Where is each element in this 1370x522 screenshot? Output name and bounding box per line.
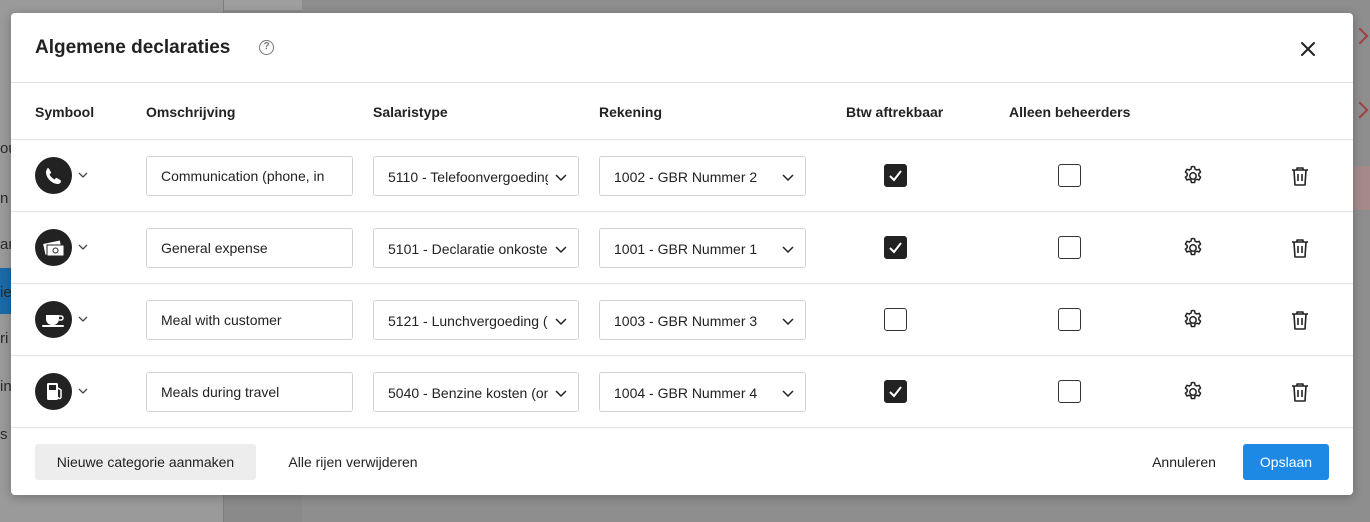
column-header-symbool: Symbool: [35, 104, 95, 120]
chevron-down-icon: [555, 174, 567, 182]
btw-deductible-checkbox[interactable]: [884, 164, 907, 187]
account-value: 1004 - GBR Nummer 4: [614, 385, 758, 401]
close-icon[interactable]: [1297, 38, 1319, 60]
trash-icon[interactable]: [1288, 236, 1312, 260]
column-header-rekening: Rekening: [599, 104, 663, 120]
account-select[interactable]: 1004 - GBR Nummer 4: [599, 372, 806, 412]
description-input[interactable]: [146, 156, 353, 196]
description-input[interactable]: [146, 300, 353, 340]
symbol-button[interactable]: [35, 229, 72, 266]
account-select[interactable]: 1001 - GBR Nummer 1: [599, 228, 806, 268]
admins-only-checkbox[interactable]: [1058, 164, 1081, 187]
table-row: 5110 - Telefoonvergoeding 1002 - GBR Num…: [11, 140, 1353, 212]
trash-icon[interactable]: [1288, 164, 1312, 188]
background-chevron-icon: [1351, 27, 1369, 45]
btw-deductible-checkbox[interactable]: [884, 308, 907, 331]
salary-type-value: 5101 - Declaratie onkosten: [388, 241, 556, 257]
background-sidebar-item: n: [0, 190, 9, 207]
modal-title: Algemene declaraties: [35, 37, 231, 58]
salary-type-value: 5040 - Benzine kosten (on: [388, 385, 552, 401]
table-header: Symbool Omschrijving Salaristype Rekenin…: [11, 83, 1353, 140]
background-sidebar-item: ri: [0, 330, 9, 347]
account-select[interactable]: 1002 - GBR Nummer 2: [599, 156, 806, 196]
admins-only-checkbox[interactable]: [1058, 380, 1081, 403]
salary-type-select[interactable]: 5101 - Declaratie onkosten: [373, 228, 579, 268]
check-icon: [889, 242, 902, 254]
check-icon: [889, 386, 902, 398]
account-value: 1002 - GBR Nummer 2: [614, 169, 758, 185]
modal-footer: Nieuwe categorie aanmaken Alle rijen ver…: [11, 429, 1353, 495]
chevron-down-icon: [555, 390, 567, 398]
chevron-down-icon: [782, 318, 794, 326]
trash-icon[interactable]: [1288, 380, 1312, 404]
new-category-button[interactable]: Nieuwe categorie aanmaken: [35, 444, 256, 480]
help-circle-icon[interactable]: ?: [259, 40, 274, 55]
save-button[interactable]: Opslaan: [1243, 444, 1329, 480]
column-header-btw: Btw aftrekbaar: [846, 104, 944, 120]
column-header-beheerders: Alleen beheerders: [1009, 104, 1131, 120]
gear-icon[interactable]: [1181, 380, 1205, 404]
background-sidebar-item: in: [0, 378, 12, 395]
symbol-button[interactable]: [35, 373, 72, 410]
chevron-down-icon: [555, 246, 567, 254]
gear-icon[interactable]: [1181, 236, 1205, 260]
account-select[interactable]: 1003 - GBR Nummer 3: [599, 300, 806, 340]
delete-all-rows-button[interactable]: Alle rijen verwijderen: [269, 444, 437, 480]
chevron-down-icon[interactable]: [77, 169, 89, 181]
coffee-cup-icon: [42, 315, 64, 327]
background-sidebar-item: s: [0, 426, 8, 443]
declarations-modal: Algemene declaraties ? Symbool Omschrijv…: [11, 13, 1353, 495]
column-header-salaristype: Salaristype: [373, 104, 448, 120]
salary-type-select[interactable]: 5121 - Lunchvergoeding (c: [373, 300, 579, 340]
btw-deductible-checkbox[interactable]: [884, 380, 907, 403]
gear-icon[interactable]: [1181, 308, 1205, 332]
fuel-pump-icon: [47, 383, 62, 400]
salary-type-value: 5110 - Telefoonvergoeding: [388, 169, 553, 185]
background-highlight: [1350, 166, 1370, 210]
account-value: 1001 - GBR Nummer 1: [614, 241, 758, 257]
background-strip: [224, 0, 302, 10]
table-row: 5101 - Declaratie onkosten 1001 - GBR Nu…: [11, 212, 1353, 284]
check-icon: [889, 170, 902, 182]
btw-deductible-checkbox[interactable]: [884, 236, 907, 259]
table-row: 5040 - Benzine kosten (on 1004 - GBR Num…: [11, 356, 1353, 428]
symbol-button[interactable]: [35, 301, 72, 338]
chevron-down-icon[interactable]: [77, 241, 89, 253]
chevron-down-icon: [782, 246, 794, 254]
chevron-down-icon[interactable]: [77, 385, 89, 397]
salary-type-select[interactable]: 5110 - Telefoonvergoeding: [373, 156, 579, 196]
account-value: 1003 - GBR Nummer 3: [614, 313, 758, 329]
description-input[interactable]: [146, 228, 353, 268]
chevron-down-icon: [555, 318, 567, 326]
background-sidebar-item: ie: [0, 284, 12, 301]
salary-type-select[interactable]: 5040 - Benzine kosten (on: [373, 372, 579, 412]
chevron-down-icon[interactable]: [77, 313, 89, 325]
money-icon: [43, 240, 65, 257]
admins-only-checkbox[interactable]: [1058, 236, 1081, 259]
symbol-button[interactable]: [35, 157, 72, 194]
table-row: 5121 - Lunchvergoeding (c 1003 - GBR Num…: [11, 284, 1353, 356]
salary-type-value: 5121 - Lunchvergoeding (c: [388, 313, 555, 329]
chevron-down-icon: [782, 390, 794, 398]
description-input[interactable]: [146, 372, 353, 412]
trash-icon[interactable]: [1288, 308, 1312, 332]
modal-header: Algemene declaraties ?: [11, 13, 1353, 83]
background-chevron-icon: [1351, 101, 1369, 119]
admins-only-checkbox[interactable]: [1058, 308, 1081, 331]
phone-icon: [46, 168, 61, 184]
cancel-button[interactable]: Annuleren: [1136, 444, 1232, 480]
column-header-omschrijving: Omschrijving: [146, 104, 236, 120]
chevron-down-icon: [782, 174, 794, 182]
gear-icon[interactable]: [1181, 164, 1205, 188]
